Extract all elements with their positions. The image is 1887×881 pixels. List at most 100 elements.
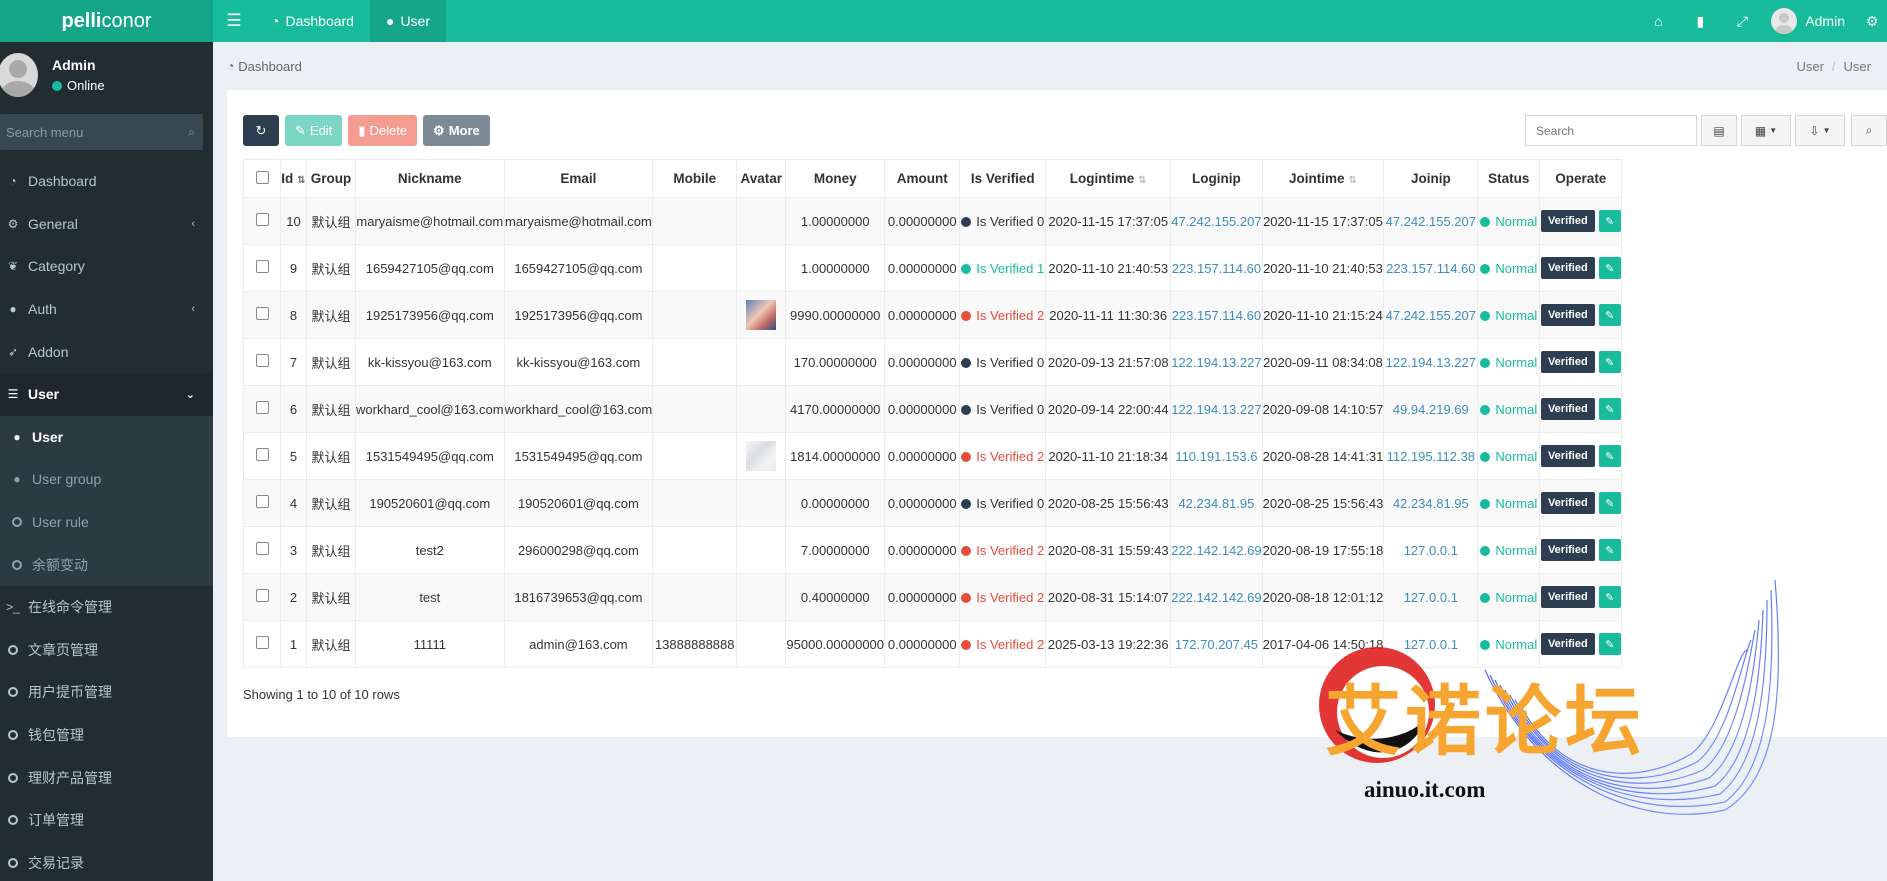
row-checkbox-cell[interactable] [243,432,281,480]
cell-loginip[interactable]: 42.234.81.95 [1170,479,1263,527]
edit-row-button[interactable]: ✎ [1598,539,1621,561]
verified-button[interactable]: Verified [1540,257,1595,279]
settings-button[interactable]: ⚙ [1857,13,1887,30]
edit-row-button[interactable]: ✎ [1598,445,1621,467]
cell-loginip[interactable]: 122.194.13.227 [1170,385,1263,433]
cell-joinip[interactable]: 127.0.0.1 [1383,573,1479,621]
cell-joinip[interactable]: 122.194.13.227 [1383,338,1479,386]
sidebar-subitem-user-rule[interactable]: User rule [0,500,213,544]
row-checkbox-cell[interactable] [243,620,281,668]
column-header-jointime[interactable]: Jointime ⇅ [1261,159,1385,198]
fullscreen-button[interactable]: ⤢ [1721,13,1763,30]
column-header-logintime[interactable]: Logintime ⇅ [1045,159,1172,198]
search-toggle-button[interactable]: ⌕ [1851,115,1887,146]
sidebar-subitem-user-group[interactable]: ● User group [0,458,213,501]
cell-loginip[interactable]: 172.70.207.45 [1170,620,1263,668]
sidebar-item-orders[interactable]: 订单管理 [0,799,213,842]
verified-button[interactable]: Verified [1540,398,1595,420]
column-header-id[interactable]: Id ⇅ [280,159,307,198]
cell-joinip[interactable]: 47.242.155.207 [1383,291,1479,339]
sidebar-item-article[interactable]: 文章页管理 [0,629,213,672]
edit-button[interactable]: ✎ Edit [285,115,343,146]
cell-loginip[interactable]: 47.242.155.207 [1170,197,1263,245]
row-checkbox[interactable] [255,307,269,320]
sidebar-toggle-button[interactable]: ☰ [213,0,255,42]
toggle-view-button[interactable]: ▤ [1701,115,1737,146]
clear-cache-button[interactable]: ▮ [1679,13,1721,30]
row-checkbox-cell[interactable] [243,526,281,574]
cell-joinip[interactable]: 112.195.112.38 [1383,432,1479,480]
sidebar-item-addon[interactable]: ➶ Addon [0,330,213,373]
sidebar-item-dashboard[interactable]: ◔ Dashboard [0,160,213,203]
user-avatar-image[interactable] [746,441,777,471]
row-checkbox[interactable] [255,260,269,273]
row-checkbox[interactable] [255,589,269,602]
row-checkbox[interactable] [255,213,269,226]
edit-row-button[interactable]: ✎ [1598,257,1621,279]
more-button[interactable]: ⚙ More [423,115,490,146]
sidebar-item-transactions[interactable]: 交易记录 [0,842,213,881]
sidebar-item-online-command[interactable]: >_ 在线命令管理 [0,586,213,629]
sidebar-item-finance-product[interactable]: 理财产品管理 [0,756,213,799]
row-checkbox[interactable] [255,448,269,461]
verified-button[interactable]: Verified [1540,304,1595,326]
edit-row-button[interactable]: ✎ [1598,210,1621,232]
cell-joinip[interactable]: 42.234.81.95 [1383,479,1479,527]
breadcrumb-item[interactable]: User [1844,59,1871,74]
row-checkbox[interactable] [255,354,269,367]
row-checkbox-cell[interactable] [243,291,281,339]
verified-button[interactable]: Verified [1540,633,1595,655]
edit-row-button[interactable]: ✎ [1598,304,1621,326]
export-button[interactable]: ⇩ ▼ [1795,115,1845,146]
cell-loginip[interactable]: 122.194.13.227 [1170,338,1263,386]
row-checkbox-cell[interactable] [243,197,281,245]
cell-loginip[interactable]: 110.191.153.6 [1170,432,1263,480]
verified-button[interactable]: Verified [1540,539,1595,561]
refresh-button[interactable]: ↻ [243,115,279,146]
row-checkbox[interactable] [255,636,269,649]
breadcrumb-item[interactable]: User [1796,59,1823,74]
row-checkbox[interactable] [255,542,269,555]
cell-loginip[interactable]: 222.142.142.69 [1170,526,1263,574]
sidebar-subitem-user[interactable]: ● User [0,415,213,459]
select-all-checkbox[interactable] [255,170,269,184]
edit-row-button[interactable]: ✎ [1598,398,1621,420]
edit-row-button[interactable]: ✎ [1598,492,1621,514]
cell-joinip[interactable]: 127.0.0.1 [1383,526,1479,574]
sidebar-subitem-balance-change[interactable]: 余额变动 [0,543,213,586]
select-all-checkbox-cell[interactable] [243,159,281,198]
verified-button[interactable]: Verified [1540,445,1595,467]
sidebar-item-withdraw[interactable]: 用户提币管理 [0,671,213,714]
user-avatar-image[interactable] [746,300,777,330]
sidebar-item-wallet[interactable]: 钱包管理 [0,714,213,757]
delete-button[interactable]: ▮ Delete [348,115,418,146]
sidebar-search-input[interactable] [6,124,166,140]
sidebar-item-auth[interactable]: ● Auth ‹ [0,288,213,331]
tab-user[interactable]: ● User [369,0,446,42]
sidebar-item-general[interactable]: ⚙ General ‹ [0,203,213,246]
sidebar-item-user[interactable]: ☰ User ⌄ [0,372,213,416]
search-icon[interactable]: ⌕ [188,125,195,140]
edit-row-button[interactable]: ✎ [1598,586,1621,608]
edit-row-button[interactable]: ✎ [1598,633,1621,655]
tab-dashboard[interactable]: ◔ Dashboard [255,0,370,42]
row-checkbox[interactable] [255,495,269,508]
row-checkbox[interactable] [255,401,269,414]
logo[interactable]: pelli conor [0,0,213,42]
sidebar-item-category[interactable]: ❦ Category [0,245,213,288]
cell-joinip[interactable]: 47.242.155.207 [1383,197,1479,245]
table-search-input[interactable] [1525,115,1697,146]
edit-row-button[interactable]: ✎ [1598,351,1621,373]
row-checkbox-cell[interactable] [243,244,281,292]
verified-button[interactable]: Verified [1540,210,1595,232]
row-checkbox-cell[interactable] [243,479,281,527]
cell-loginip[interactable]: 223.157.114.60 [1170,244,1263,292]
cell-joinip[interactable]: 223.157.114.60 [1383,244,1479,292]
cell-joinip[interactable]: 49.94.219.69 [1383,385,1479,433]
row-checkbox-cell[interactable] [243,338,281,386]
columns-button[interactable]: ▦ ▼ [1741,115,1791,146]
row-checkbox-cell[interactable] [243,385,281,433]
cell-loginip[interactable]: 222.142.142.69 [1170,573,1263,621]
cell-loginip[interactable]: 223.157.114.60 [1170,291,1263,339]
row-checkbox-cell[interactable] [243,573,281,621]
